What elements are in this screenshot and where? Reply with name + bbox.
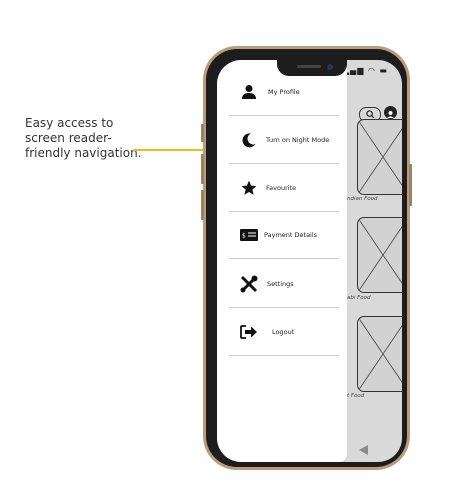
menu-item-my-profile[interactable]: My Profile — [229, 69, 339, 116]
menu-item-favourite[interactable]: Favourite — [229, 165, 339, 212]
food-card-3[interactable] — [357, 316, 402, 392]
menu-label-my-profile: My Profile — [268, 88, 300, 96]
logout-icon — [239, 322, 259, 342]
tools-icon — [239, 274, 259, 294]
food-card-3-label: t Food — [347, 393, 365, 399]
menu-label-night-mode: Turn on Night Mode — [266, 136, 330, 144]
svg-text:$: $ — [242, 233, 246, 240]
phone-notch — [277, 60, 347, 76]
image-placeholder-icon — [358, 218, 402, 292]
phone-bezel: ▂▄▆ ◠ ▬ ndian Food abi Food t Food My Pr… — [206, 49, 407, 467]
food-card-2-label: abi Food — [347, 295, 371, 301]
menu-item-night-mode[interactable]: Turn on Night Mode — [229, 117, 339, 164]
menu-label-settings: Settings — [267, 280, 294, 288]
phone-screen: ▂▄▆ ◠ ▬ ndian Food abi Food t Food My Pr… — [217, 60, 402, 462]
volume-up-button — [201, 154, 204, 184]
menu-item-settings[interactable]: Settings — [229, 261, 339, 308]
image-placeholder-icon — [358, 317, 402, 391]
status-icons: ▂▄▆ ◠ ▬ — [342, 66, 388, 75]
menu-label-favourite: Favourite — [266, 184, 297, 192]
silent-switch — [201, 124, 204, 142]
image-placeholder-icon — [358, 120, 402, 194]
card-icon: $ — [239, 225, 259, 245]
food-card-1[interactable] — [357, 119, 402, 195]
crescent-moon-icon — [239, 130, 259, 150]
front-camera — [327, 64, 333, 70]
star-icon — [239, 178, 259, 198]
menu-item-payment-details[interactable]: $ Payment Details — [229, 212, 339, 259]
volume-down-button — [201, 190, 204, 220]
person-icon — [239, 82, 259, 102]
food-card-2[interactable] — [357, 217, 402, 293]
menu-label-logout: Logout — [272, 328, 295, 336]
menu-item-logout[interactable]: Logout — [229, 309, 339, 356]
profile-avatar-button[interactable] — [384, 106, 397, 119]
power-button — [409, 164, 412, 206]
menu-label-payment-details: Payment Details — [264, 231, 318, 239]
back-navigation-icon[interactable] — [359, 445, 368, 455]
annotation-text: Easy access to screen reader-friendly na… — [25, 116, 142, 160]
phone-frame: ▂▄▆ ◠ ▬ ndian Food abi Food t Food My Pr… — [201, 46, 412, 470]
navigation-drawer: My Profile Turn on Night Mode Favourite — [217, 60, 347, 462]
food-card-1-label: ndian Food — [347, 196, 378, 202]
search-icon — [365, 110, 375, 119]
speaker-grille — [297, 65, 321, 68]
